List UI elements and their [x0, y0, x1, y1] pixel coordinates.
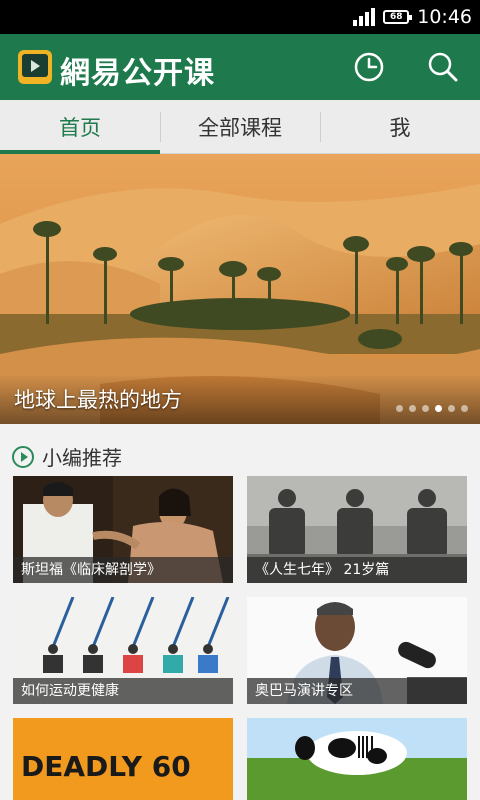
tab-all-courses[interactable]: 全部课程 — [160, 100, 320, 153]
featured-banner[interactable]: 地球上最热的地方 — [0, 154, 480, 424]
app-bar: 網易公开课 — [0, 34, 480, 100]
app-logo-icon — [18, 50, 52, 84]
play-circle-icon — [12, 445, 34, 468]
course-title: 斯坦福《临床解剖学》 — [13, 557, 233, 583]
page-dot — [409, 405, 416, 412]
history-clock-icon[interactable] — [352, 50, 386, 84]
page-dot-active — [435, 405, 442, 412]
course-card-anatomy[interactable]: 斯坦福《临床解剖学》 — [13, 476, 233, 583]
course-title: 如何运动更健康 — [13, 678, 233, 704]
banner-page-indicator — [396, 405, 468, 412]
battery-icon: 68 — [383, 10, 413, 24]
course-card-obama[interactable]: 奥巴马演讲专区 — [247, 597, 467, 704]
app-title: 網易公开课 — [60, 56, 215, 91]
course-title: 奥巴马演讲专区 — [247, 678, 467, 704]
tab-home[interactable]: 首页 — [0, 100, 160, 154]
status-bar: 68 10:46 — [0, 0, 480, 34]
course-title: 《人生七年》 21岁篇 — [247, 557, 467, 583]
banner-caption: 地球上最热的地方 — [14, 388, 182, 412]
course-thumbnail: DEADLY 60 — [13, 718, 233, 800]
course-card-deadly60[interactable]: DEADLY 60 — [13, 718, 233, 800]
recommend-section: 小编推荐 斯坦福《临床解剖学》 《人生七年》 21岁篇 如何运动更健康 奥巴马演… — [0, 424, 480, 800]
course-thumbnail — [247, 718, 467, 800]
signal-icon — [353, 8, 376, 26]
search-icon[interactable] — [426, 50, 460, 84]
course-card-exercise[interactable]: 如何运动更健康 — [13, 597, 233, 704]
status-time: 10:46 — [417, 6, 472, 28]
course-card-seven-up[interactable]: 《人生七年》 21岁篇 — [247, 476, 467, 583]
page-dot — [422, 405, 429, 412]
section-title: 小编推荐 — [42, 446, 122, 470]
page-dot — [448, 405, 455, 412]
tab-me[interactable]: 我 — [320, 100, 480, 153]
course-card-cow[interactable] — [247, 718, 467, 800]
page-dot — [396, 405, 403, 412]
tab-bar: 首页 全部课程 我 — [0, 100, 480, 154]
page-dot — [461, 405, 468, 412]
svg-text:DEADLY 60: DEADLY 60 — [21, 750, 191, 783]
